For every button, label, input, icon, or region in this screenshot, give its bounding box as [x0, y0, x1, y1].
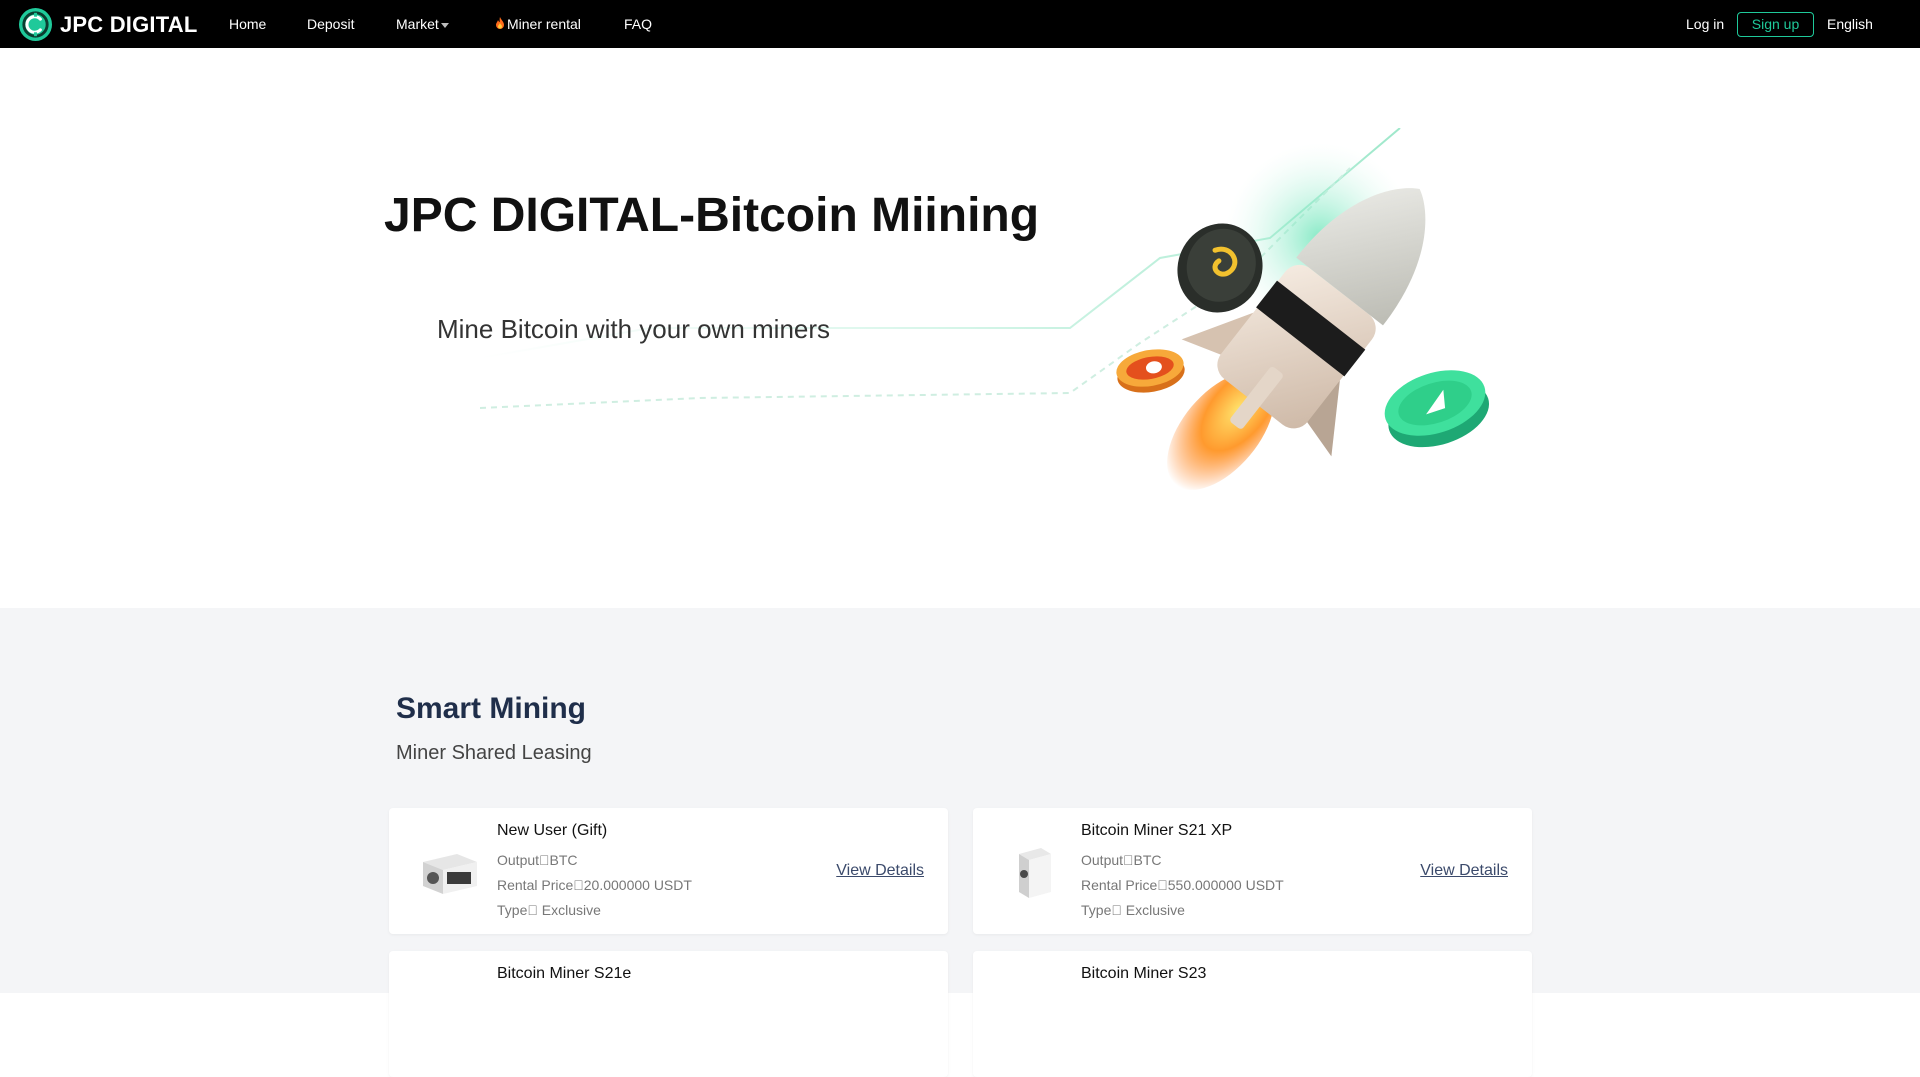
miner-rental-price: Rental Price 20.000000 USDT: [497, 877, 692, 893]
jpc-logo-icon: [18, 7, 53, 42]
caret-down-icon: [440, 23, 449, 28]
miner-output: Output BTC: [1081, 852, 1162, 868]
smart-mining-section: Smart Mining Miner Shared Leasing New Us…: [0, 608, 1920, 1077]
miner-output: Output BTC: [497, 852, 578, 868]
nav-market-label: Market: [396, 16, 439, 32]
miner-rental-price: Rental Price 550.000000 USDT: [1081, 877, 1284, 893]
miner-name: Bitcoin Miner S21 XP: [1081, 822, 1233, 839]
view-details-link[interactable]: View Details: [1420, 862, 1508, 880]
nav-miner-rental-label: Miner rental: [507, 16, 581, 32]
nav-miner-rental-link[interactable]: Miner rental: [495, 0, 581, 48]
brand-name: JPC DIGITAL: [60, 11, 198, 37]
section-title: Smart Mining: [396, 692, 587, 725]
fire-icon: [496, 17, 504, 29]
miner-name: Bitcoin Miner S23: [1081, 965, 1207, 982]
hero-subtitle: Mine Bitcoin with your own miners: [437, 314, 831, 344]
section-subtitle: Miner Shared Leasing: [396, 742, 592, 764]
miner-type: Type  Exclusive: [1081, 902, 1185, 918]
nav-faq-link[interactable]: FAQ: [624, 0, 652, 48]
hero-banner: JPC DIGITAL-Bitcoin Miining Mine Bitcoin…: [0, 48, 1920, 608]
brand-logo-link[interactable]: JPC DIGITAL: [18, 7, 197, 42]
nav-home-link[interactable]: Home: [229, 0, 266, 48]
miner-image: [1019, 848, 1051, 898]
top-navbar: JPC DIGITAL Home Deposit Market Miner re…: [0, 0, 1920, 48]
miner-type: Type  Exclusive: [497, 902, 601, 918]
view-details-link[interactable]: View Details: [836, 862, 924, 880]
miner-card: Bitcoin Miner S21e: [389, 951, 948, 1077]
miner-card: Bitcoin Miner S23: [973, 951, 1532, 1077]
nav-deposit-link[interactable]: Deposit: [307, 0, 354, 48]
miner-image: [423, 854, 477, 894]
signup-button[interactable]: Sign up: [1737, 12, 1814, 37]
miner-name: New User (Gift): [497, 822, 608, 839]
login-link[interactable]: Log in: [1686, 0, 1724, 48]
miner-card: Bitcoin Miner S21 XP Output BTC Rental P…: [973, 808, 1532, 934]
miner-name: Bitcoin Miner S21e: [497, 965, 632, 982]
hero-title: JPC DIGITAL-Bitcoin Miining: [384, 189, 1040, 242]
nav-market-dropdown[interactable]: Market: [396, 0, 449, 48]
language-selector[interactable]: English: [1827, 0, 1873, 48]
miner-card: New User (Gift) Output BTC Rental Price …: [389, 808, 948, 934]
